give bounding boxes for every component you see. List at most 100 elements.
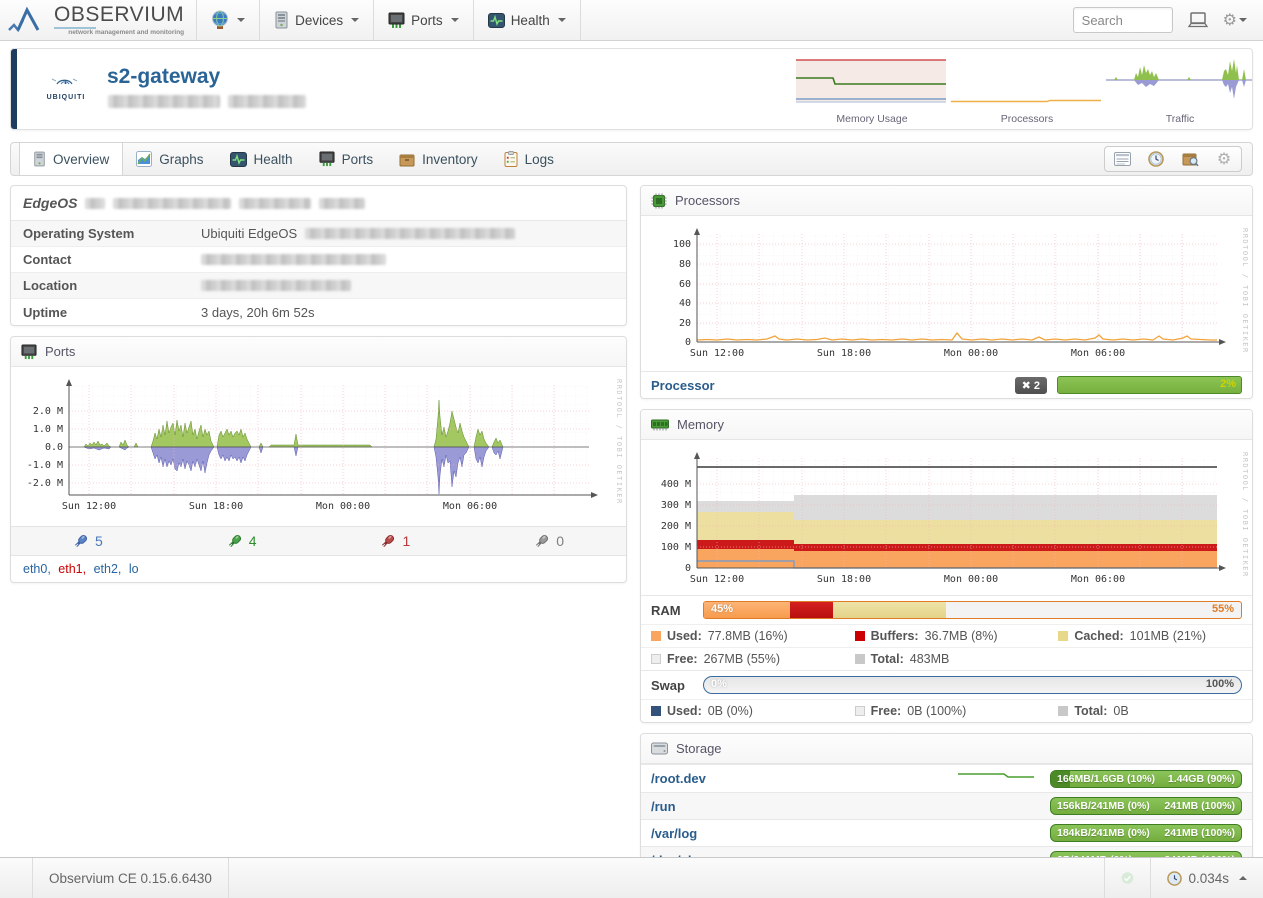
device-status-accent	[11, 49, 17, 129]
tab-tools-group: ⚙	[1104, 146, 1242, 172]
brand-tagline: network management and monitoring	[68, 30, 184, 37]
swap-free-legend-swatch	[855, 706, 865, 716]
memory-panel: Memory	[640, 409, 1253, 723]
port-count-up[interactable]: 4	[165, 527, 319, 555]
info-label: Operating System	[11, 222, 201, 245]
tab-inventory[interactable]: Inventory	[386, 143, 491, 175]
stat-value: 0B	[1113, 704, 1128, 718]
port-count-value: 4	[249, 533, 257, 549]
server-icon	[274, 11, 289, 29]
storage-row-varlog[interactable]: /var/log 184kB/241MB (0%) 241MB (100%)	[641, 819, 1252, 846]
storage-usage-pill: 166MB/1.6GB (10%) 1.44GB (90%)	[1050, 770, 1242, 788]
processors-graph[interactable]: 100 80 60 40 20 0 Sun 12:00 Sun 18:00 Mo…	[641, 216, 1252, 371]
used-legend-swatch	[651, 631, 661, 641]
processor-count-badge: ✖ 2	[1015, 377, 1047, 394]
svg-text:40: 40	[679, 298, 691, 309]
processor-usage-label: 2%	[1220, 378, 1236, 390]
svg-text:100 M: 100 M	[661, 542, 691, 553]
storage-row-root[interactable]: /root.dev 166MB/1.6GB (10%) 1.44GB (90%)	[641, 764, 1252, 792]
footer-version[interactable]: Observium CE 0.15.6.6430	[33, 858, 229, 898]
notes-button[interactable]	[1105, 147, 1139, 171]
info-row-location: Location	[11, 273, 626, 299]
display-icon[interactable]	[1187, 11, 1209, 29]
os-name: EdgeOS	[23, 195, 77, 211]
storage-usage-pill: 156kB/241MB (0%) 241MB (100%)	[1050, 797, 1242, 815]
port-count-down[interactable]: 1	[319, 527, 473, 555]
interface-link-eth1[interactable]: eth1,	[58, 562, 86, 576]
plug-icon-gray	[534, 533, 550, 549]
storage-path[interactable]: /root.dev	[651, 771, 956, 786]
svg-text:Sun 18:00: Sun 18:00	[189, 501, 243, 512]
chevron-down-icon	[558, 18, 566, 22]
storage-path[interactable]: /run	[651, 799, 1050, 814]
processors-panel: Processors	[640, 185, 1253, 399]
chevron-down-icon	[451, 18, 459, 22]
search-input[interactable]	[1073, 7, 1173, 33]
footer-status-cell	[1104, 858, 1150, 898]
settings-menu[interactable]: ⚙	[1223, 12, 1247, 28]
chevron-up-icon	[1239, 876, 1247, 880]
info-label: Location	[11, 274, 201, 297]
global-menu[interactable]	[196, 0, 259, 40]
port-count-total[interactable]: 5	[11, 527, 165, 555]
info-label: Uptime	[11, 301, 201, 324]
device-header: UBIQUITI s2-gateway Memory Usage Process…	[10, 48, 1253, 130]
storage-used-label: 166MB/1.6GB (10%)	[1057, 773, 1155, 785]
info-row-uptime: Uptime 3 days, 20h 6m 52s	[11, 299, 626, 325]
port-counts-row: 5 4 1 0	[11, 526, 626, 556]
rrdtool-watermark: RRDTOOL / TOBI OETIKER	[1241, 452, 1249, 578]
chevron-down-icon	[1239, 18, 1247, 22]
swap-bar-row[interactable]: Swap 0% 100%	[641, 670, 1252, 699]
menu-devices[interactable]: Devices	[259, 0, 373, 40]
memory-graph[interactable]: 400 M 300 M 200 M 100 M 0 Sun 12:00 Sun …	[641, 440, 1252, 595]
tab-logs[interactable]: Logs	[491, 143, 567, 175]
svg-text:Mon 00:00: Mon 00:00	[316, 501, 370, 512]
tab-ports[interactable]: Ports	[306, 143, 387, 175]
observium-logo[interactable]: OBSERVIUM network management and monitor…	[0, 0, 196, 40]
menu-health[interactable]: Health	[473, 0, 581, 40]
cached-legend-swatch	[1058, 631, 1068, 641]
tab-health[interactable]: Health	[217, 143, 306, 175]
footer-gentime[interactable]: 0.034s	[1150, 858, 1263, 898]
gear-icon: ⚙	[1217, 151, 1231, 167]
svg-text:80: 80	[679, 259, 691, 270]
svg-text:2.0 M: 2.0 M	[33, 406, 63, 417]
tab-label: Health	[254, 152, 293, 167]
ram-stats: Used:77.8MB (16%) Buffers:36.7MB (8%) Ca…	[641, 624, 1252, 670]
processor-name[interactable]: Processor	[651, 378, 1015, 393]
interface-link-eth0[interactable]: eth0,	[23, 562, 51, 576]
processor-row[interactable]: Processor ✖ 2 2%	[641, 371, 1252, 398]
tab-overview[interactable]: Overview	[19, 143, 123, 175]
svg-text:Mon 06:00: Mon 06:00	[443, 501, 497, 512]
history-button[interactable]	[1139, 147, 1173, 171]
stat-value: 36.7MB (8%)	[925, 629, 998, 643]
tab-graphs[interactable]: Graphs	[123, 143, 216, 175]
port-icon	[319, 151, 335, 167]
ports-traffic-graph[interactable]: 2.0 M 1.0 M 0.0 -1.0 M -2.0 M Sun 12:00 …	[11, 367, 626, 526]
interface-link-lo[interactable]: lo	[129, 562, 139, 576]
redacted-text	[201, 254, 386, 265]
menu-ports[interactable]: Ports	[373, 0, 473, 40]
device-settings-button[interactable]: ⚙	[1207, 147, 1241, 171]
minigraph-processors[interactable]: Processors	[951, 57, 1103, 125]
inventory-search-button[interactable]	[1173, 147, 1207, 171]
buffers-legend-swatch	[855, 631, 865, 641]
vendor-name: UBIQUITI	[39, 94, 93, 101]
storage-row-run[interactable]: /run 156kB/241MB (0%) 241MB (100%)	[641, 792, 1252, 819]
minigraph-traffic[interactable]: Traffic	[1104, 57, 1256, 125]
redacted-text	[239, 198, 311, 209]
plug-icon-blue	[73, 533, 89, 549]
memory-panel-header: Memory	[641, 410, 1252, 440]
stat-label: Free:	[871, 704, 902, 718]
port-count-disabled[interactable]: 0	[472, 527, 626, 555]
chevron-down-icon	[237, 18, 245, 22]
svg-text:-1.0 M: -1.0 M	[27, 460, 63, 471]
device-name[interactable]: s2-gateway	[107, 65, 220, 89]
footer-spacer	[0, 858, 33, 898]
ram-bar-row[interactable]: RAM 45% 55%	[641, 595, 1252, 624]
storage-panel: Storage /root.dev 166MB/1.6GB (10%) 1.44…	[640, 733, 1253, 874]
interface-link-eth2[interactable]: eth2,	[94, 562, 122, 576]
storage-path[interactable]: /var/log	[651, 826, 1050, 841]
minigraph-memory[interactable]: Memory Usage	[796, 57, 948, 125]
processors-mini-chart	[951, 57, 1101, 105]
